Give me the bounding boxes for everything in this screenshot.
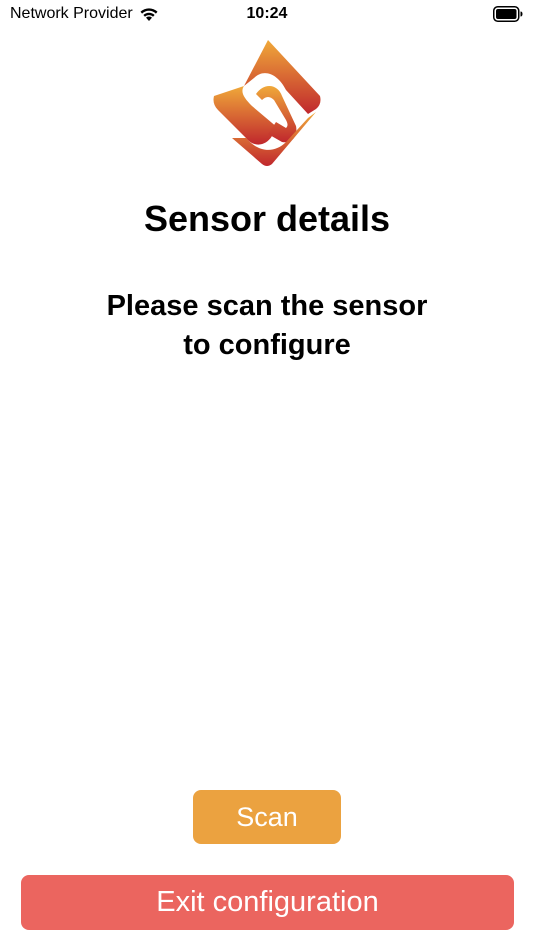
scan-button[interactable]: Scan — [193, 790, 341, 844]
instruction-line-2: to configure — [183, 329, 351, 361]
brand-logo — [213, 40, 321, 166]
instruction-line-1: Please scan the sensor — [106, 290, 428, 322]
scan-instructions: Please scan the sensor to configure — [67, 287, 467, 365]
status-time: 10:24 — [246, 5, 288, 22]
status-bar: Network Provider 10:24 — [0, 0, 534, 30]
exit-configuration-button[interactable]: Exit configuration — [21, 875, 514, 930]
page-title: Sensor details — [143, 198, 391, 239]
battery-icon — [493, 6, 523, 22]
